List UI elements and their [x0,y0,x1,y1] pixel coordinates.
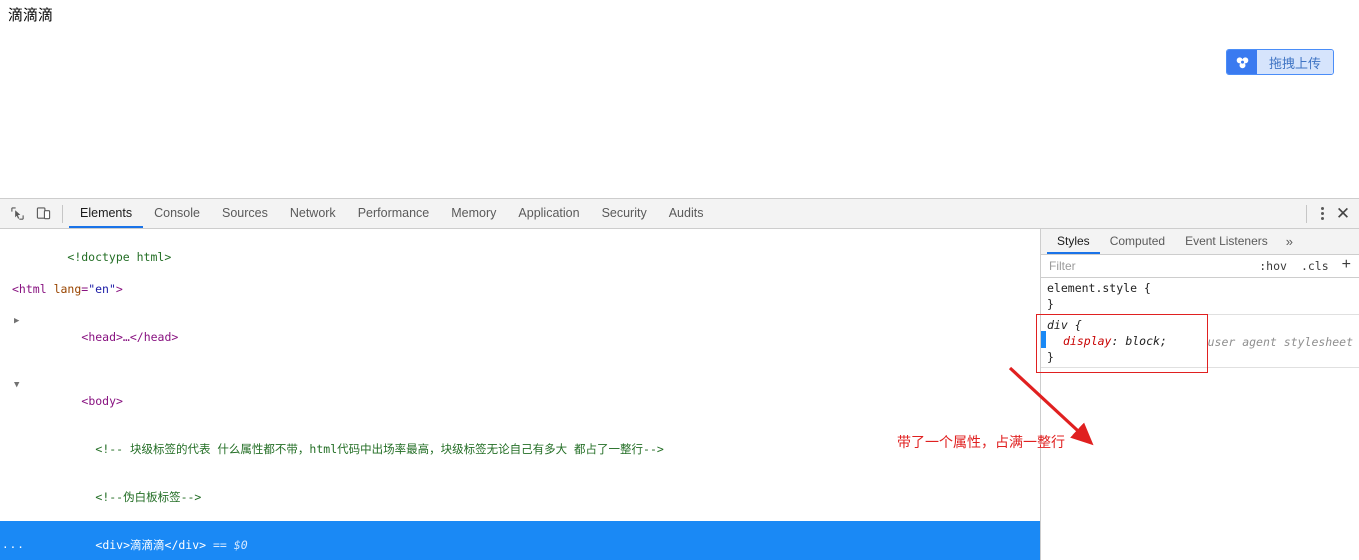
cls-toggle-button[interactable]: .cls [1294,259,1336,273]
html-tag-name: <html [12,282,47,296]
div-rule-close-brace: } [1047,350,1054,364]
html-lang-value: "en" [88,282,116,296]
styles-pane: Styles Computed Event Listeners » :hov .… [1041,229,1359,560]
property-name-display[interactable]: display [1063,334,1111,348]
tab-event-listeners[interactable]: Event Listeners [1175,229,1278,254]
tab-performance[interactable]: Performance [347,199,441,228]
dom-tree-pane[interactable]: <!doctype html> <html lang="en"> ▶ <head… [0,229,1041,560]
drag-upload-button[interactable]: 拖拽上传 [1226,49,1335,75]
rule-div-user-agent[interactable]: user agent stylesheet div { display: blo… [1041,314,1359,368]
div-close-tag: </div> [164,538,207,552]
drag-upload-label: 拖拽上传 [1257,50,1334,74]
div-text-content: 滴滴滴 [130,538,165,552]
tab-sources[interactable]: Sources [211,199,279,228]
body-open-tag: <body> [81,394,123,408]
more-vertical-icon[interactable] [1313,204,1331,224]
styles-filter-input[interactable] [1041,255,1253,277]
chevron-double-right-icon[interactable]: » [1278,234,1301,249]
toolbar-divider-right [1306,204,1307,223]
comment-2-text: <!--伪白板标签--> [95,490,202,504]
new-style-rule-button[interactable]: + [1336,257,1359,274]
tab-elements[interactable]: Elements [69,199,143,228]
rule-element-style[interactable]: element.style { } [1041,278,1359,314]
tab-styles[interactable]: Styles [1047,229,1100,254]
element-style-close-brace: } [1047,297,1054,311]
colon-sep: : [1111,334,1126,348]
html-tag-close-bracket: > [115,282,123,296]
dollar-zero-badge: == $0 [213,538,248,552]
tab-security[interactable]: Security [591,199,658,228]
inspect-cursor-icon[interactable] [4,201,30,227]
baidu-pan-cloud-icon [1227,50,1257,74]
page-heading-div: 滴滴滴 [8,6,54,24]
dom-line-comment-2[interactable]: <!--伪白板标签--> [0,473,1040,521]
toolbar-right-group: ✕ [1300,199,1355,228]
dom-line-body-open[interactable]: ▼ <body> [0,361,1040,425]
head-node-text: <head>…</head> [81,330,179,344]
comment-1-text: <!-- 块级标签的代表 什么属性都不带，html代码中出场率最高，块级标签无论… [95,442,664,456]
hov-toggle-button[interactable]: :hov [1252,259,1294,273]
expand-triangle-icon[interactable]: ▶ [14,313,24,329]
space-sep [47,282,54,296]
tab-application[interactable]: Application [507,199,590,228]
close-icon[interactable]: ✕ [1331,202,1355,226]
toolbar-divider [62,204,63,223]
dom-line-doctype[interactable]: <!doctype html> [0,233,1040,281]
doctype-text: <!doctype html> [67,250,172,264]
dom-line-head[interactable]: ▶ <head>…</head> [0,297,1040,361]
node-badge-dots[interactable]: ... [2,537,25,553]
dom-line-html-open[interactable]: <html lang="en"> [0,281,1040,297]
property-value-block[interactable]: block; [1125,334,1167,348]
html-lang-attr: lang [53,282,82,296]
devtools-toolbar: Elements Console Sources Network Perform… [0,199,1359,229]
space-sep-2 [206,538,213,552]
tab-computed[interactable]: Computed [1100,229,1175,254]
collapse-triangle-icon[interactable]: ▼ [14,377,24,393]
styles-filter-row: :hov .cls + [1041,255,1359,278]
devtools-panel: Elements Console Sources Network Perform… [0,198,1359,560]
styles-pane-tabs: Styles Computed Event Listeners » [1041,229,1359,255]
tab-audits[interactable]: Audits [658,199,715,228]
devtools-body: <!doctype html> <html lang="en"> ▶ <head… [0,229,1359,560]
div-selector-text: div { [1047,318,1082,332]
declaration-display[interactable]: display: block; [1041,333,1359,349]
rendered-page-area: 滴滴滴 拖拽上传 [0,0,1359,198]
tab-console[interactable]: Console [143,199,211,228]
annotation-text: 带了一个属性，占满一整行 [897,435,1065,451]
dom-line-comment-1[interactable]: <!-- 块级标签的代表 什么属性都不带，html代码中出场率最高，块级标签无论… [0,425,1040,473]
div-selector[interactable]: div { [1041,317,1359,333]
dom-line-selected-div[interactable]: ... <div>滴滴滴</div> == $0 [0,521,1040,560]
tab-network[interactable]: Network [279,199,347,228]
tab-memory[interactable]: Memory [440,199,507,228]
styles-rules-list: element.style { } user agent stylesheet … [1041,278,1359,560]
div-open-tag: <div> [95,538,131,552]
device-toolbar-icon[interactable] [30,201,56,227]
element-style-selector: element.style { [1047,281,1151,295]
